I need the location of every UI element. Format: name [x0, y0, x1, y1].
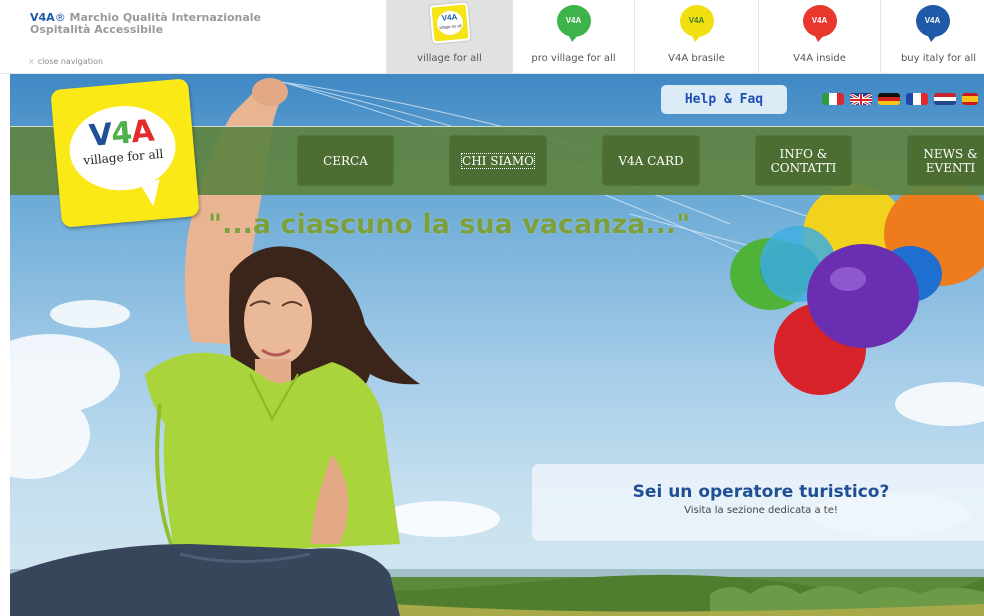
flag-fr-icon[interactable] [906, 93, 928, 105]
flag-nl-icon[interactable] [934, 93, 956, 105]
flag-it-icon[interactable] [822, 93, 844, 105]
menu-label: CERCA [323, 153, 368, 168]
tab-v4a-inside[interactable]: V4A V4A inside [758, 0, 880, 74]
tab-label: pro village for all [531, 53, 616, 64]
operator-subtitle: Visita la sezione dedicata a te! [684, 505, 838, 516]
menu-v4a-card[interactable]: V4A CARD [602, 135, 700, 186]
flag-es-icon[interactable] [962, 93, 978, 105]
menu-chi-siamo[interactable]: CHI SIAMO [449, 135, 547, 186]
operator-title: Sei un operatore turistico? [632, 482, 890, 502]
tab-buy-italy-for-all[interactable]: V4A buy italy for all [880, 0, 984, 74]
tab-label: village for all [417, 53, 482, 64]
village-for-all-logo-icon: V4A village for all [428, 2, 471, 44]
network-brand: V4A® Marchio Qualità Internazionale Ospi… [30, 12, 330, 36]
logo-speech-bubble-icon: V4A village for all [66, 101, 180, 195]
flag-uk-icon[interactable] [850, 93, 872, 105]
menu-label: CHI SIAMO [461, 152, 535, 169]
help-faq-button[interactable]: Help & Faq [661, 85, 787, 114]
hero-banner: Help & Faq CERCA CHI SIAMO V4A CARD INFO… [10, 74, 984, 616]
village-for-all-logo[interactable]: V4A village for all [50, 78, 200, 228]
hero-tagline: "...a ciascuno la sua vacanza..." [208, 209, 691, 240]
tab-pro-village-for-all[interactable]: V4A pro village for all [512, 0, 634, 74]
tab-village-for-all[interactable]: V4A village for all village for all [386, 0, 512, 74]
flag-de-icon[interactable] [878, 93, 900, 105]
v4a-red-badge-icon: V4A [802, 5, 837, 42]
v4a-green-badge-icon: V4A [556, 5, 591, 42]
menu-label: INFO & CONTATTI [770, 146, 837, 175]
v4a-yellow-badge-icon: V4A [679, 5, 714, 42]
v4a-blue-badge-icon: V4A [915, 5, 950, 42]
balloons-illustration [730, 182, 984, 395]
menu-label: V4A CARD [618, 153, 684, 168]
brand-subtitle: Ospitalità Accessibile [30, 23, 164, 36]
tab-label: V4A brasile [668, 53, 725, 64]
close-navigation-link[interactable]: × close navigation [28, 57, 103, 66]
tab-label: V4A inside [793, 53, 846, 64]
close-navigation-label: close navigation [37, 57, 104, 66]
menu-label: NEWS & EVENTI [923, 146, 978, 175]
tab-label: buy italy for all [900, 53, 977, 64]
menu-info-contatti[interactable]: INFO & CONTATTI [755, 135, 852, 186]
close-icon: × [28, 57, 35, 66]
operator-banner[interactable]: Sei un operatore turistico? Visita la se… [532, 464, 984, 541]
tab-v4a-brasile[interactable]: V4A V4A brasile [634, 0, 758, 74]
network-bar: V4A® Marchio Qualità Internazionale Ospi… [0, 0, 984, 74]
menu-news-eventi[interactable]: NEWS & EVENTI [907, 135, 984, 186]
menu-cerca[interactable]: CERCA [297, 135, 394, 186]
